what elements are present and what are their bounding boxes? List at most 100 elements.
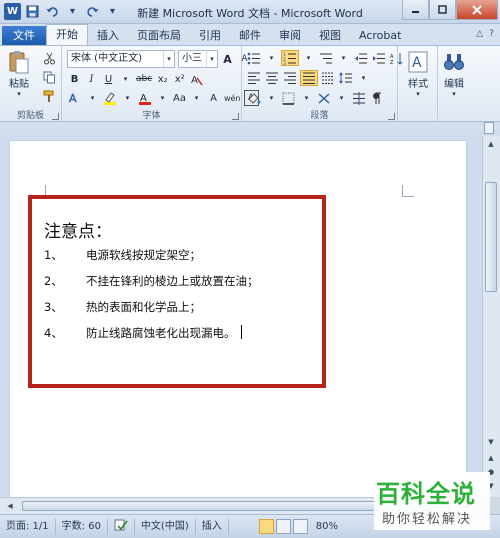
borders-icon[interactable] (281, 90, 297, 106)
full-screen-view-button[interactable] (275, 519, 291, 534)
document-page[interactable]: 注意点： 1、 电源软线按规定架空； 2、 不挂在锋利的棱边上或放置在油； 3、… (9, 140, 467, 497)
tab-review[interactable]: 审阅 (270, 26, 310, 45)
ruler-toggle-button[interactable] (484, 122, 494, 134)
previous-page-icon[interactable]: ▲ (485, 452, 497, 464)
ribbon-controls: △ ? (476, 29, 494, 39)
watermark-title: 百科全说 (376, 480, 476, 508)
align-center-icon[interactable] (264, 70, 280, 86)
styles-button[interactable]: A 样式 ▾ (407, 50, 429, 98)
font-color-icon[interactable]: A (137, 90, 153, 106)
underline-button[interactable]: U (101, 71, 116, 87)
bullets-dropdown-icon[interactable]: ▾ (264, 50, 279, 66)
underline-dropdown-icon[interactable]: ▾ (118, 71, 133, 87)
font-size-combo[interactable]: 小三 ▾ (178, 50, 218, 68)
maximize-button[interactable] (429, 0, 456, 20)
status-insert-mode[interactable]: 插入 (196, 518, 229, 535)
scroll-up-icon[interactable]: ▲ (485, 138, 497, 150)
status-page[interactable]: 页面: 1/1 (0, 518, 56, 535)
spelling-check-icon[interactable] (108, 518, 135, 535)
numbering-icon[interactable]: 123 (281, 50, 299, 66)
format-painter-icon[interactable] (42, 88, 57, 104)
char-scaling-icon[interactable] (351, 90, 367, 106)
align-right-icon[interactable] (282, 70, 298, 86)
line-spacing-dropdown-icon[interactable]: ▾ (356, 70, 371, 86)
tab-acrobat[interactable]: Acrobat (350, 26, 410, 45)
increase-indent-icon[interactable] (371, 50, 387, 66)
borders-dropdown-icon[interactable]: ▾ (299, 90, 314, 106)
vertical-scroll-thumb[interactable] (485, 182, 497, 292)
tab-mailings[interactable]: 邮件 (230, 26, 270, 45)
align-left-icon[interactable] (246, 70, 262, 86)
multilevel-dropdown-icon[interactable]: ▾ (336, 50, 351, 66)
copy-icon[interactable] (42, 69, 57, 85)
paragraph-row-1: ▾ 123 ▾ ▾ AZ (246, 50, 405, 66)
tab-references[interactable]: 引用 (190, 26, 230, 45)
cut-icon[interactable] (42, 50, 57, 66)
distributed-icon[interactable] (320, 70, 336, 86)
paragraph-launcher-icon[interactable] (388, 113, 395, 120)
superscript-button[interactable]: x² (172, 71, 187, 87)
shading-dropdown-icon[interactable]: ▾ (264, 90, 279, 106)
minimize-ribbon-icon[interactable]: △ (476, 29, 483, 39)
vertical-scrollbar[interactable]: ▲ ▼ ▲ ● ▼ (482, 136, 500, 497)
justify-icon[interactable] (300, 70, 318, 86)
ruler-bar (0, 122, 500, 136)
web-layout-view-button[interactable] (292, 519, 308, 534)
italic-button[interactable]: I (84, 71, 99, 87)
line-spacing-icon[interactable] (338, 70, 354, 86)
editing-button[interactable]: 编辑 ▾ (443, 50, 465, 98)
clipboard-launcher-icon[interactable] (52, 113, 59, 120)
font-color-dropdown-icon[interactable]: ▾ (155, 90, 170, 106)
font-launcher-icon[interactable] (232, 113, 239, 120)
text-effects-dropdown-icon[interactable]: ▾ (85, 90, 100, 106)
tab-page-layout[interactable]: 页面布局 (128, 26, 190, 45)
highlight-icon[interactable] (102, 90, 118, 106)
scroll-down-icon[interactable]: ▼ (485, 436, 497, 448)
chinese-layout-dropdown-icon[interactable]: ▾ (334, 90, 349, 106)
help-icon[interactable]: ? (489, 29, 494, 39)
font-name-dropdown-icon[interactable]: ▾ (163, 51, 174, 67)
highlight-dropdown-icon[interactable]: ▾ (120, 90, 135, 106)
font-size-dropdown-icon[interactable]: ▾ (206, 51, 217, 67)
status-word-count[interactable]: 字数: 60 (56, 518, 108, 535)
styles-dropdown-icon[interactable]: ▾ (416, 90, 420, 98)
list-item-number: 1、 (44, 248, 63, 262)
tab-file[interactable]: 文件 (2, 26, 46, 45)
close-button[interactable] (456, 0, 498, 20)
status-language[interactable]: 中文(中国) (135, 518, 196, 535)
font-size-value: 小三 (182, 53, 202, 64)
strikethrough-button[interactable]: abc (135, 71, 153, 87)
zoom-level[interactable]: 80% (316, 521, 338, 532)
decrease-indent-icon[interactable] (353, 50, 369, 66)
svg-text:A: A (191, 75, 198, 86)
tab-home[interactable]: 开始 (46, 24, 88, 45)
show-marks-icon[interactable] (369, 90, 384, 106)
phonetic-guide-button[interactable]: wén (223, 90, 242, 106)
group-font: 宋体 (中文正文) ▾ 小三 ▾ A A B I U ▾ abc x₂ x² A… (62, 46, 259, 122)
print-layout-view-button[interactable] (258, 519, 274, 534)
list-item: 3、 热的表面和化学品上； (44, 299, 201, 315)
font-name-combo[interactable]: 宋体 (中文正文) ▾ (67, 50, 175, 68)
bullets-icon[interactable] (246, 50, 262, 66)
change-case-dropdown-icon[interactable]: ▾ (189, 90, 204, 106)
scroll-left-icon[interactable]: ◀ (4, 500, 16, 512)
text-effects-icon[interactable]: A (67, 90, 83, 106)
clear-formatting-icon[interactable]: A (189, 71, 204, 87)
grow-font-button[interactable]: A (220, 51, 235, 67)
svg-text:Z: Z (390, 60, 394, 65)
document-area: 注意点： 1、 电源软线按规定架空； 2、 不挂在锋利的棱边上或放置在油； 3、… (0, 136, 482, 497)
paste-dropdown-icon[interactable]: ▾ (17, 90, 21, 98)
shading-icon[interactable] (246, 90, 262, 106)
numbering-dropdown-icon[interactable]: ▾ (301, 50, 316, 66)
tab-view[interactable]: 视图 (310, 26, 350, 45)
subscript-button[interactable]: x₂ (155, 71, 170, 87)
editing-dropdown-icon[interactable]: ▾ (452, 90, 456, 98)
change-case-button[interactable]: Aa (172, 90, 187, 106)
char-shading-button[interactable]: A (206, 90, 221, 106)
bold-button[interactable]: B (67, 71, 82, 87)
chinese-layout-icon[interactable] (316, 90, 332, 106)
minimize-button[interactable] (402, 0, 429, 20)
paste-button[interactable]: 粘贴 ▾ (8, 50, 30, 98)
multilevel-list-icon[interactable] (318, 50, 334, 66)
tab-insert[interactable]: 插入 (88, 26, 128, 45)
